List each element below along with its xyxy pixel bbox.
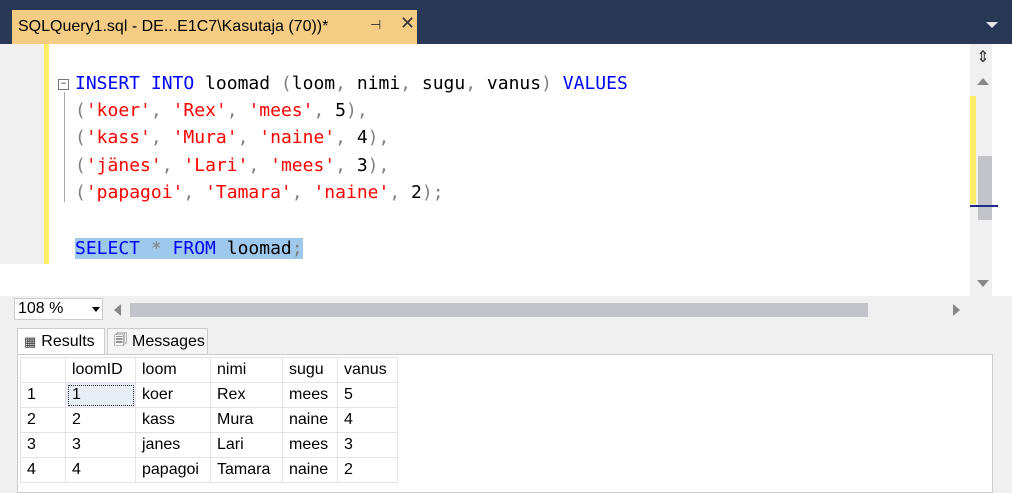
table-header-row: loomID loom nimi sugu vanus xyxy=(20,357,398,383)
code-line-values[interactable]: ('koer', 'Rex', 'mees', 5), xyxy=(75,99,368,123)
column-header[interactable]: vanus xyxy=(337,357,398,383)
document-tab-bar: SQLQuery1.sql - DE...E1C7\Kasutaja (70))… xyxy=(0,0,1012,44)
close-icon[interactable]: ✕ xyxy=(400,13,415,34)
column-header[interactable]: sugu xyxy=(282,357,338,383)
table-cell[interactable]: naine xyxy=(282,457,338,483)
chevron-down-icon[interactable] xyxy=(92,307,100,312)
scroll-right-icon[interactable] xyxy=(953,304,960,316)
column-header[interactable]: loom xyxy=(135,357,211,383)
tab-results[interactable]: ▦ Results xyxy=(17,328,105,354)
column-name: nimi xyxy=(356,73,401,94)
table-cell[interactable]: 4 xyxy=(337,407,398,433)
table-row[interactable]: 3 3 janes Lari mees 3 xyxy=(20,432,398,458)
table-cell[interactable]: janes xyxy=(135,432,211,458)
row-number[interactable]: 2 xyxy=(20,407,66,433)
messages-icon: 🗐 xyxy=(114,331,127,347)
editor-gutter xyxy=(0,44,44,264)
table-row[interactable]: 2 2 kass Mura naine 4 xyxy=(20,407,398,433)
column-name: sugu xyxy=(421,73,466,94)
column-header[interactable]: loomID xyxy=(65,357,136,383)
table-cell[interactable]: Mura xyxy=(210,407,283,433)
vertical-scroll-thumb[interactable] xyxy=(978,156,992,220)
table-cell[interactable]: naine xyxy=(282,407,338,433)
table-cell[interactable]: 4 xyxy=(65,457,136,483)
grid-icon: ▦ xyxy=(24,333,37,349)
scroll-down-icon[interactable] xyxy=(977,280,989,287)
code-line-select[interactable]: SELECT * FROM loomad; xyxy=(75,237,303,261)
column-header[interactable]: nimi xyxy=(210,357,283,383)
code-line-values[interactable]: ('papagoi', 'Tamara', 'naine', 2); xyxy=(75,181,444,205)
results-pane: ▦ Results 🗐 Messages loomID loom nimi su… xyxy=(0,324,1012,493)
table-cell[interactable]: papagoi xyxy=(135,457,211,483)
table-cell[interactable]: 3 xyxy=(65,432,136,458)
row-number-header[interactable] xyxy=(20,357,66,383)
table-row[interactable]: 1 1 koer Rex mees 5 xyxy=(20,382,398,408)
results-grid[interactable]: loomID loom nimi sugu vanus 1 1 koer Rex… xyxy=(17,354,993,493)
results-table: loomID loom nimi sugu vanus 1 1 koer Rex… xyxy=(20,357,398,483)
tab-messages[interactable]: 🗐 Messages xyxy=(107,328,208,354)
code-line-insert[interactable]: INSERT INTO loomad (loom, nimi, sugu, va… xyxy=(75,72,628,96)
collapse-icon[interactable]: − xyxy=(58,79,69,90)
tab-results-label: Results xyxy=(41,332,95,350)
row-number[interactable]: 3 xyxy=(20,432,66,458)
query-editor: − INSERT INTO loomad (loom, nimi, sugu, … xyxy=(0,44,1012,324)
query-tab-title: SQLQuery1.sql - DE...E1C7\Kasutaja (70))… xyxy=(18,18,329,35)
table-cell[interactable]: 1 xyxy=(65,382,136,408)
column-name: vanus xyxy=(486,73,542,94)
code-line-values[interactable]: ('jänes', 'Lari', 'mees', 3), xyxy=(75,154,389,178)
query-tab[interactable]: SQLQuery1.sql - DE...E1C7\Kasutaja (70))… xyxy=(12,10,417,44)
table-row[interactable]: 4 4 papagoi Tamara naine 2 xyxy=(20,457,398,483)
table-cell[interactable]: 3 xyxy=(337,432,398,458)
tab-messages-label: Messages xyxy=(132,332,205,350)
table-cell[interactable]: 2 xyxy=(337,457,398,483)
row-number[interactable]: 1 xyxy=(20,382,66,408)
table-cell[interactable]: 2 xyxy=(65,407,136,433)
zoom-bar: 108 % xyxy=(0,296,1012,324)
pin-icon[interactable]: ⊣ xyxy=(370,17,381,33)
caret-position-marker xyxy=(970,205,998,207)
scroll-left-icon[interactable] xyxy=(114,304,121,316)
table-cell[interactable]: 5 xyxy=(337,382,398,408)
horizontal-scroll-thumb[interactable] xyxy=(130,303,868,317)
split-editor-icon[interactable]: ⇕ xyxy=(972,48,994,68)
scroll-up-icon[interactable] xyxy=(977,78,989,85)
table-cell[interactable]: koer xyxy=(135,382,211,408)
table-cell[interactable]: Rex xyxy=(210,382,283,408)
scrollbar-change-marker xyxy=(970,96,976,204)
row-number[interactable]: 4 xyxy=(20,457,66,483)
table-cell[interactable]: kass xyxy=(135,407,211,433)
column-name: loom xyxy=(291,73,336,94)
tab-list-dropdown-icon[interactable] xyxy=(986,22,998,28)
outline-guide xyxy=(64,92,65,202)
code-line-values[interactable]: ('kass', 'Mura', 'naine', 4), xyxy=(75,126,389,150)
table-cell[interactable]: Lari xyxy=(210,432,283,458)
table-cell[interactable]: mees xyxy=(282,382,338,408)
table-cell[interactable]: mees xyxy=(282,432,338,458)
table-cell[interactable]: Tamara xyxy=(210,457,283,483)
zoom-select[interactable]: 108 % xyxy=(14,298,103,320)
